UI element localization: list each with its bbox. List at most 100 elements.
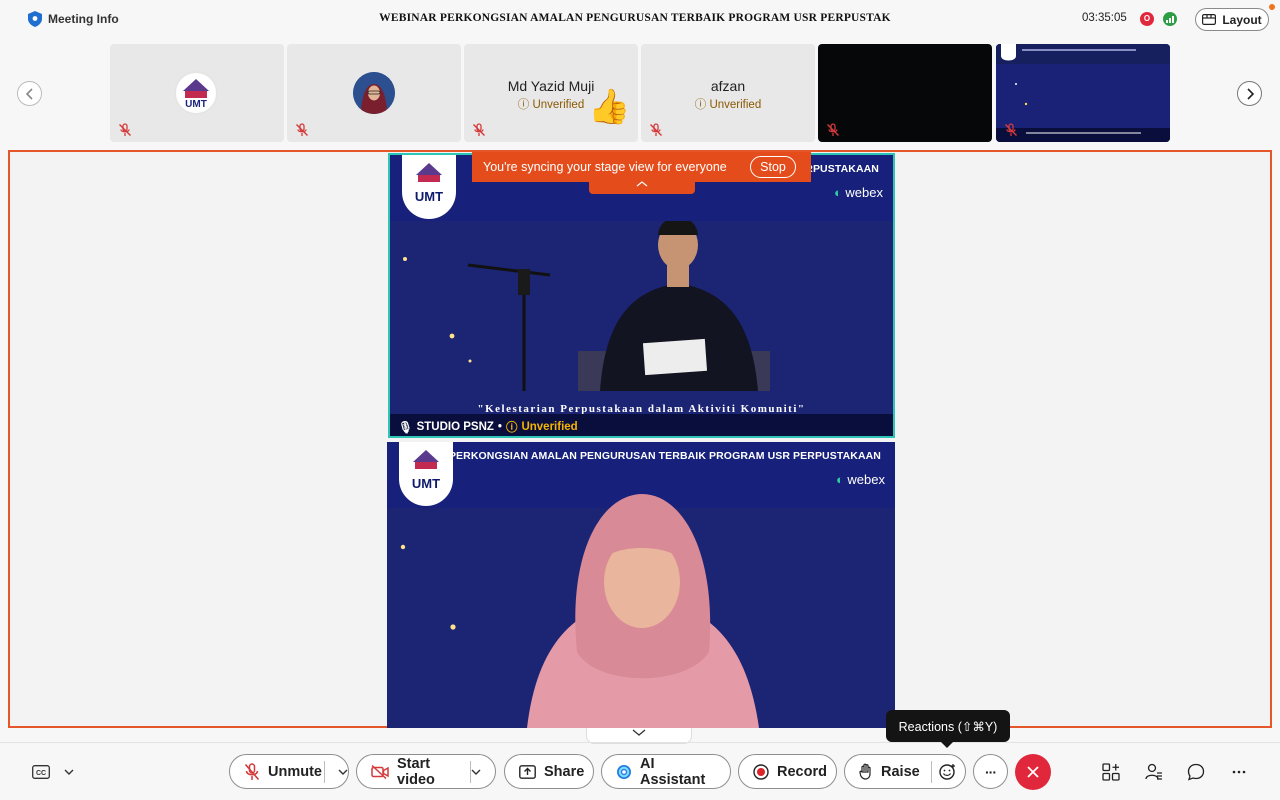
participant-status: Unverified xyxy=(521,421,578,433)
raise-hand-icon xyxy=(859,763,871,780)
muted-mic-icon xyxy=(827,123,839,136)
captions-options-button[interactable] xyxy=(57,760,81,784)
slide-header-text: PERKONGSIAN AMALAN PENGURUSAN TERBAIK PR… xyxy=(448,450,881,462)
participant-name-bar: 🎙 STUDIO PSNZ • ⓘ Unverified xyxy=(390,414,893,436)
ellipsis-icon xyxy=(1232,770,1246,774)
network-signal-icon[interactable] xyxy=(1163,12,1177,26)
chevron-down-icon xyxy=(632,729,646,736)
layout-label: Layout xyxy=(1222,12,1262,27)
top-bar: Meeting Info WEBINAR PERKONGSIAN AMALAN … xyxy=(0,0,1280,40)
sync-stage-banner: You're syncing your stage view for every… xyxy=(472,152,811,182)
participant-thumbnail[interactable]: Md Yazid Muji ⓘ Unverified 👍 xyxy=(464,44,638,142)
more-options-icon: ··· xyxy=(985,763,997,780)
chevron-down-icon[interactable] xyxy=(338,769,348,775)
start-video-button[interactable]: Start video xyxy=(356,754,496,789)
video-off-icon xyxy=(371,764,389,779)
participant-name: STUDIO PSNZ xyxy=(416,421,494,433)
muted-mic-icon xyxy=(296,123,308,136)
participant-status: ⓘ Unverified xyxy=(641,96,815,112)
next-page-button[interactable] xyxy=(1237,81,1262,106)
meeting-info-button[interactable]: Meeting Info xyxy=(28,11,119,27)
meeting-timer: 03:35:05 xyxy=(1082,12,1127,24)
split-divider xyxy=(931,761,932,783)
share-button[interactable]: Share xyxy=(504,754,594,789)
chat-icon xyxy=(1187,763,1205,781)
reactions-tooltip: Reactions (⇧⌘Y) xyxy=(886,710,1010,748)
closed-captions-icon: CC xyxy=(32,765,50,779)
layout-icon xyxy=(1202,14,1217,25)
chat-button[interactable] xyxy=(1184,760,1208,784)
previous-page-button[interactable] xyxy=(17,81,42,106)
record-label: Record xyxy=(777,763,827,780)
chevron-down-icon[interactable] xyxy=(471,769,481,775)
record-icon xyxy=(753,763,769,780)
shield-icon xyxy=(28,11,42,27)
more-controls-button[interactable] xyxy=(1227,760,1251,784)
stop-sync-button[interactable]: Stop xyxy=(750,156,796,178)
microphone-icon: 🎙 xyxy=(398,422,413,434)
window-title: WEBINAR PERKONGSIAN AMALAN PENGURUSAN TE… xyxy=(379,12,891,24)
thumbs-up-reaction-icon: 👍 xyxy=(588,88,631,126)
active-speaker-label: 🎙 STUDIO PSNZ • ⓘ Unverified xyxy=(398,419,578,435)
muted-mic-icon xyxy=(650,123,662,136)
muted-mic-icon xyxy=(473,123,485,136)
unverified-icon: ⓘ xyxy=(517,99,530,111)
emoji-reaction-icon xyxy=(939,764,955,780)
participants-button[interactable] xyxy=(1142,760,1166,784)
toolbar-divider xyxy=(0,742,1280,743)
umt-logo-text: UMT xyxy=(414,189,444,204)
raise-label: Raise xyxy=(881,763,920,780)
sync-message: You're syncing your stage view for every… xyxy=(483,160,727,174)
leave-meeting-button[interactable] xyxy=(1015,754,1051,790)
participant-status-label: Unverified xyxy=(709,99,762,111)
captions-button[interactable]: CC xyxy=(29,760,53,784)
start-video-label: Start video xyxy=(397,755,435,788)
separator-dot: • xyxy=(497,421,502,433)
split-divider xyxy=(324,761,325,783)
unverified-icon: ⓘ xyxy=(694,99,707,111)
video-tile-studio[interactable]: PERPUSTAKAAN ◐ webex UMT "Kelestarian Pe… xyxy=(388,153,895,438)
ai-assistant-label: AI Assistant xyxy=(640,755,706,788)
participant-name: afzan xyxy=(710,78,746,94)
umt-logo: UMT xyxy=(402,155,456,219)
participant-thumbnail[interactable]: UMT xyxy=(110,44,284,142)
participant-thumbnail[interactable]: afzan ⓘ Unverified xyxy=(641,44,815,142)
split-divider xyxy=(470,761,471,783)
chevron-left-icon xyxy=(25,87,33,100)
layout-button[interactable]: Layout xyxy=(1195,8,1269,31)
participant-thumbnail[interactable] xyxy=(287,44,461,142)
svg-text:UMT: UMT xyxy=(185,99,207,110)
webex-logo: ◐ webex xyxy=(833,185,883,200)
muted-mic-icon xyxy=(119,123,131,136)
reactions-button[interactable] xyxy=(936,760,960,784)
video-tile-presenter[interactable]: PERKONGSIAN AMALAN PENGURUSAN TERBAIK PR… xyxy=(387,442,895,728)
more-options-button[interactable]: ··· xyxy=(973,754,1008,789)
notification-dot xyxy=(1269,4,1275,10)
ai-assistant-icon xyxy=(617,764,631,779)
apps-button[interactable] xyxy=(1099,760,1123,784)
ai-assistant-button[interactable]: AI Assistant xyxy=(601,754,731,789)
apps-icon xyxy=(1102,763,1120,781)
svg-text:CC: CC xyxy=(36,770,46,777)
record-button[interactable]: Record xyxy=(738,754,837,789)
umt-logo: UMT xyxy=(174,71,218,115)
chevron-right-icon xyxy=(1246,87,1254,100)
unmute-label: Unmute xyxy=(268,763,322,780)
participant-thumbnail[interactable] xyxy=(818,44,992,142)
unmute-button[interactable]: Unmute xyxy=(229,754,349,789)
meeting-info-label: Meeting Info xyxy=(48,12,119,26)
share-screen-icon xyxy=(519,764,536,779)
participant-thumbnail[interactable] xyxy=(996,44,1170,142)
speaker-video xyxy=(403,221,770,391)
avatar xyxy=(353,72,395,114)
stage-area: PERPUSTAKAAN ◐ webex UMT "Kelestarian Pe… xyxy=(8,150,1272,728)
chevron-up-icon xyxy=(636,181,648,187)
chevron-down-icon xyxy=(64,769,74,775)
muted-mic-icon xyxy=(1005,123,1017,136)
collapse-banner-button[interactable] xyxy=(589,180,695,194)
recording-indicator[interactable]: O xyxy=(1140,12,1154,26)
muted-mic-icon xyxy=(244,762,260,780)
presenter-video xyxy=(400,494,759,728)
close-icon xyxy=(1027,766,1039,778)
shared-slide-preview xyxy=(996,44,1170,142)
